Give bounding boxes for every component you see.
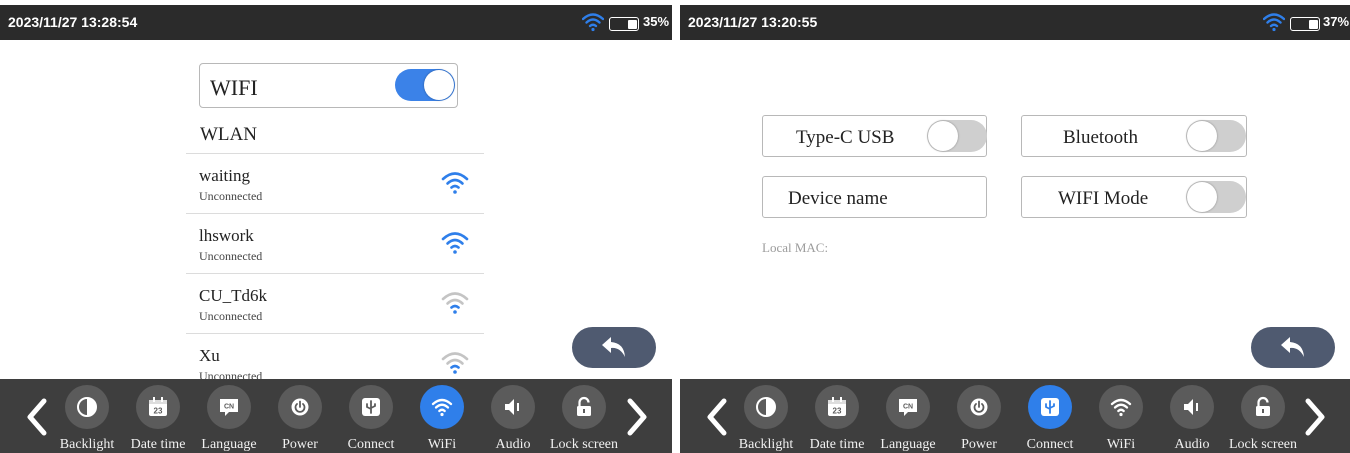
speaker-icon <box>505 399 519 415</box>
calendar-icon: 23 <box>828 397 846 416</box>
nav-wifi[interactable]: WiFi <box>407 385 477 453</box>
typec-usb-label: Type-C USB <box>796 127 895 148</box>
bluetooth-row: Bluetooth <box>1021 115 1247 157</box>
device-name-label: Device name <box>788 188 888 209</box>
nav-language[interactable]: CN Language <box>194 385 264 453</box>
battery-icon <box>1290 17 1320 31</box>
status-datetime: 2023/11/27 13:28:54 <box>8 14 138 30</box>
contrast-icon <box>756 397 776 417</box>
nav-language[interactable]: CN Language <box>873 385 943 453</box>
network-status: Unconnected <box>199 309 263 323</box>
speaker-icon <box>1184 399 1198 415</box>
network-ssid: lhswork <box>199 226 254 245</box>
switch-knob <box>1187 182 1217 212</box>
wifi-status-icon <box>581 12 605 32</box>
bottom-nav: Backlight 23 Date time CN Language Power… <box>0 379 672 453</box>
wifi-toggle-label: WIFI <box>210 75 258 100</box>
nav-power[interactable]: Power <box>265 385 335 453</box>
wifi-toggle-switch[interactable] <box>395 69 455 101</box>
nav-lock-screen[interactable]: Lock screen <box>1228 385 1298 453</box>
nav-backlight[interactable]: Backlight <box>731 385 801 453</box>
usb-icon <box>362 398 380 416</box>
contrast-icon <box>77 397 97 417</box>
wlan-list: waiting Unconnected lhswork Unconnected … <box>186 153 484 393</box>
calendar-day: 23 <box>833 407 842 416</box>
nav-backlight[interactable]: Backlight <box>52 385 122 453</box>
local-mac-label: Local MAC: <box>762 240 829 255</box>
back-arrow-icon <box>1281 337 1304 357</box>
calendar-icon: 23 <box>149 397 167 416</box>
wifi-signal-weak-icon <box>441 290 469 316</box>
nav-next-arrow[interactable] <box>624 397 650 437</box>
status-bar: 2023/11/27 13:20:55 37% <box>680 5 1350 40</box>
switch-knob <box>928 121 958 151</box>
wifi-signal-strong-icon <box>441 230 469 256</box>
language-icon: CN <box>220 399 238 416</box>
nav-date-time[interactable]: 23 Date time <box>802 385 872 453</box>
nav-connect[interactable]: Connect <box>1015 385 1085 453</box>
battery-icon <box>609 17 639 31</box>
network-item-lhswork[interactable]: lhswork Unconnected <box>186 213 484 273</box>
back-arrow-icon <box>602 337 625 357</box>
network-item-waiting[interactable]: waiting Unconnected <box>186 153 484 213</box>
wifi-icon <box>1110 398 1132 417</box>
nav-connect[interactable]: Connect <box>336 385 406 453</box>
switch-knob <box>424 70 454 100</box>
bluetooth-label: Bluetooth <box>1063 127 1138 148</box>
wifi-signal-strong-icon <box>441 170 469 196</box>
wlan-header: WLAN <box>200 124 257 145</box>
wifi-mode-switch[interactable] <box>1186 181 1246 213</box>
power-icon <box>291 398 309 416</box>
wifi-mode-row: WIFI Mode <box>1021 176 1247 218</box>
status-datetime: 2023/11/27 13:20:55 <box>688 14 818 30</box>
lock-icon <box>577 396 591 416</box>
nav-label: Lock screen <box>549 437 619 452</box>
usb-icon <box>1041 398 1059 416</box>
language-icon: CN <box>899 399 917 416</box>
typec-usb-switch[interactable] <box>927 120 987 152</box>
wifi-signal-weak-icon <box>441 350 469 376</box>
back-button[interactable] <box>572 327 656 368</box>
language-code: CN <box>903 404 913 411</box>
network-status: Unconnected <box>199 249 263 263</box>
network-ssid: CU_Td6k <box>199 286 267 305</box>
calendar-day: 23 <box>154 407 163 416</box>
language-code: CN <box>224 404 234 411</box>
switch-knob <box>1187 121 1217 151</box>
nav-lock-screen[interactable]: Lock screen <box>549 385 619 453</box>
nav-audio[interactable]: Audio <box>478 385 548 453</box>
bottom-nav: Backlight 23 Date time CN Language Power… <box>680 379 1350 453</box>
typec-usb-row: Type-C USB <box>762 115 987 157</box>
nav-prev-arrow[interactable] <box>24 397 50 437</box>
status-bar: 2023/11/27 13:28:54 35% <box>0 5 672 40</box>
wifi-status-icon <box>1262 12 1286 32</box>
lock-icon <box>1256 396 1270 416</box>
nav-prev-arrow[interactable] <box>704 397 730 437</box>
battery-percent: 37% <box>1323 14 1350 29</box>
network-ssid: Xu <box>199 346 220 365</box>
nav-audio[interactable]: Audio <box>1157 385 1227 453</box>
nav-wifi[interactable]: WiFi <box>1086 385 1156 453</box>
power-icon <box>970 398 988 416</box>
nav-label: Lock screen <box>1228 437 1298 452</box>
wifi-icon <box>431 398 453 417</box>
network-ssid: waiting <box>199 166 250 185</box>
device-name-button[interactable]: Device name <box>762 176 987 218</box>
nav-power[interactable]: Power <box>944 385 1014 453</box>
battery-percent: 35% <box>643 14 670 29</box>
wifi-mode-label: WIFI Mode <box>1058 188 1149 209</box>
network-status: Unconnected <box>199 189 263 203</box>
wifi-settings-screen: 2023/11/27 13:28:54 35% WIFI WLAN waitin… <box>0 0 672 453</box>
back-button[interactable] <box>1251 327 1335 368</box>
wifi-toggle-row: WIFI <box>199 63 458 108</box>
nav-next-arrow[interactable] <box>1302 397 1328 437</box>
bluetooth-switch[interactable] <box>1186 120 1246 152</box>
connect-settings-screen: 2023/11/27 13:20:55 37% Type-C USB Bluet… <box>680 0 1350 453</box>
network-item-cu-td6k[interactable]: CU_Td6k Unconnected <box>186 273 484 333</box>
nav-date-time[interactable]: 23 Date time <box>123 385 193 453</box>
